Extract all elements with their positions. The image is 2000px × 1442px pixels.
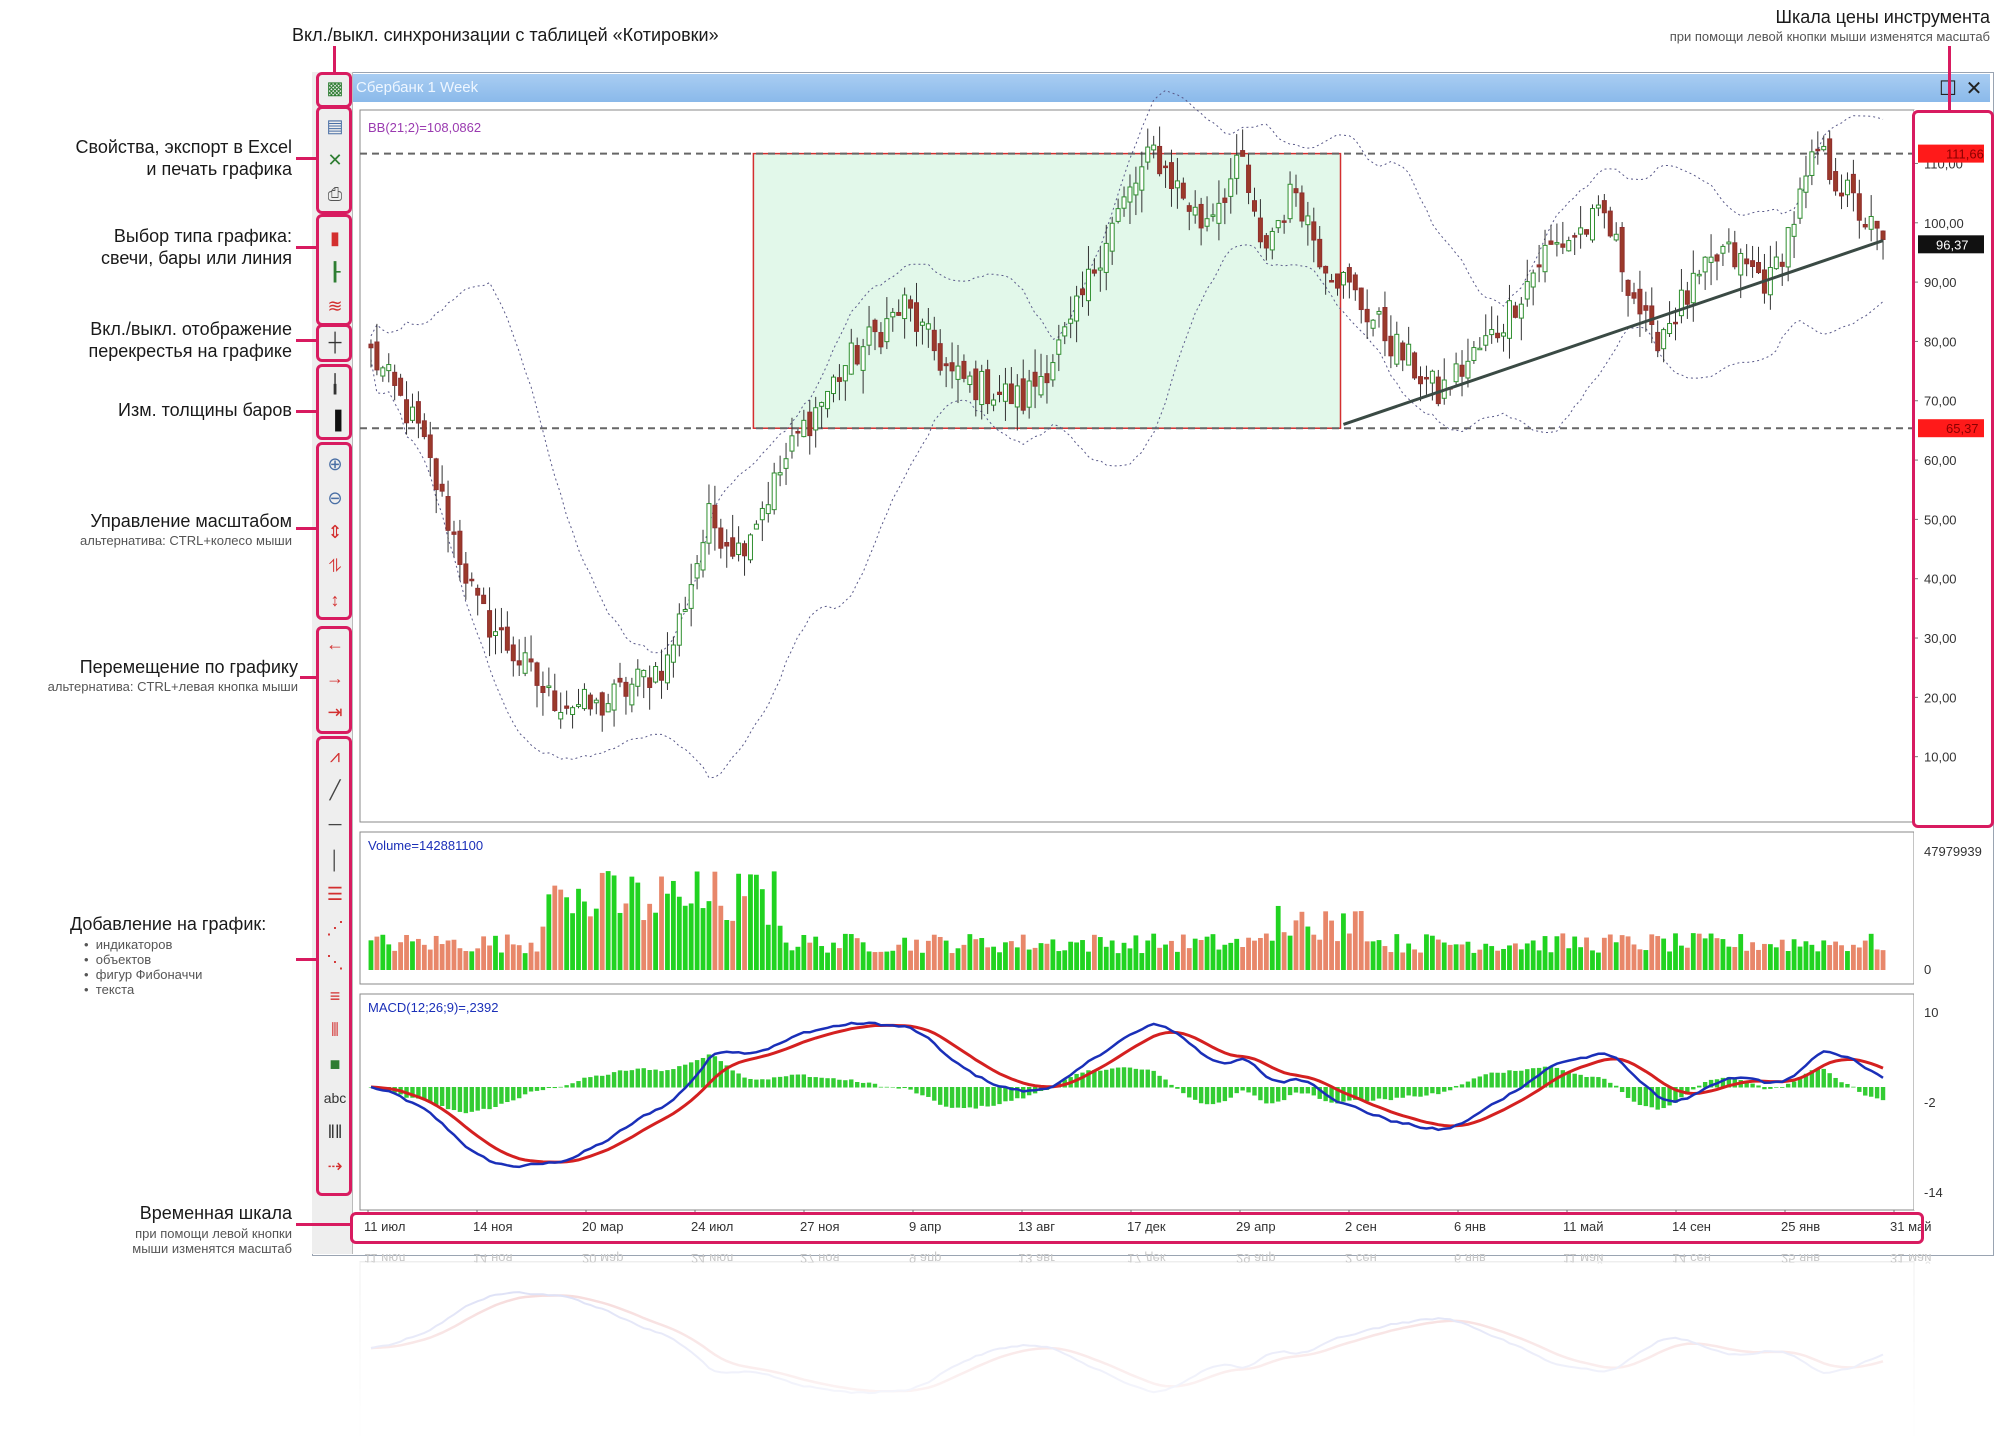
reflection-fade: [312, 1262, 1992, 1442]
reflection-decor: 11 июл 14 ноя 20 мар 24 июл 27 ноя 9 апр 13 ав…: [359, 1251, 1932, 1441]
